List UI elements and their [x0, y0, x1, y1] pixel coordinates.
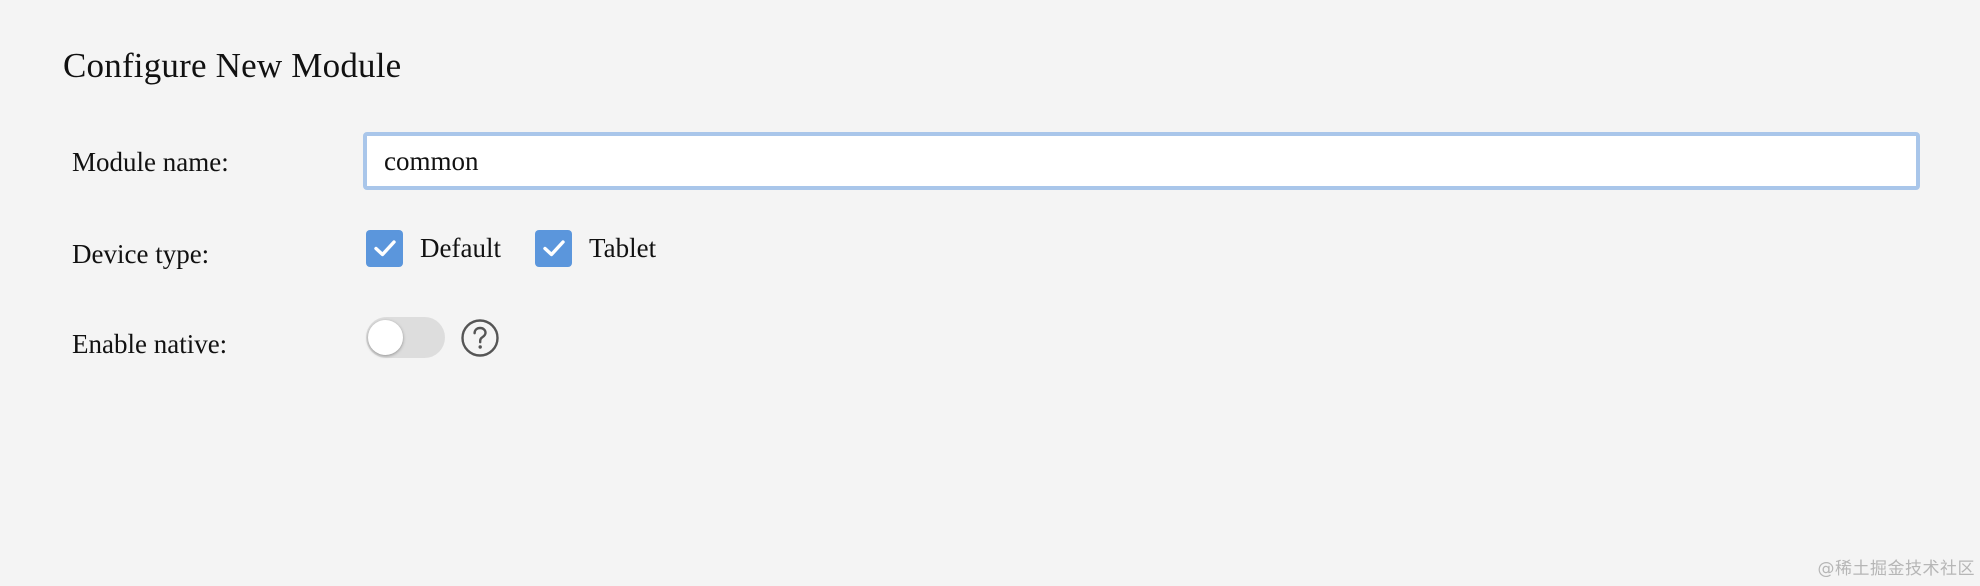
checkmark-icon	[373, 240, 396, 257]
question-circle-icon[interactable]	[460, 318, 500, 358]
device-type-row: Device type: Default Tablet	[0, 222, 1980, 282]
enable-native-label: Enable native:	[72, 329, 228, 359]
module-name-label: Module name:	[72, 147, 229, 177]
enable-native-row: Enable native:	[0, 312, 1980, 372]
device-type-label: Device type:	[72, 239, 210, 269]
page-title: Configure New Module	[63, 46, 402, 85]
watermark-text: @稀土掘金技术社区	[1817, 559, 1975, 579]
module-name-input[interactable]	[363, 132, 1920, 190]
default-checkbox[interactable]	[366, 229, 403, 267]
checkmark-icon	[542, 240, 565, 257]
default-checkbox-label: Default	[420, 233, 501, 263]
toggle-knob[interactable]	[368, 320, 403, 355]
tablet-checkbox[interactable]	[535, 229, 572, 267]
configure-module-page: Configure New Module Module name: Device…	[0, 0, 1980, 586]
module-name-row: Module name:	[0, 132, 1980, 192]
device-type-tablet-option[interactable]: Tablet	[535, 228, 656, 268]
device-type-default-option[interactable]: Default	[366, 228, 501, 268]
tablet-checkbox-label: Tablet	[589, 233, 657, 263]
enable-native-toggle[interactable]	[366, 317, 445, 358]
